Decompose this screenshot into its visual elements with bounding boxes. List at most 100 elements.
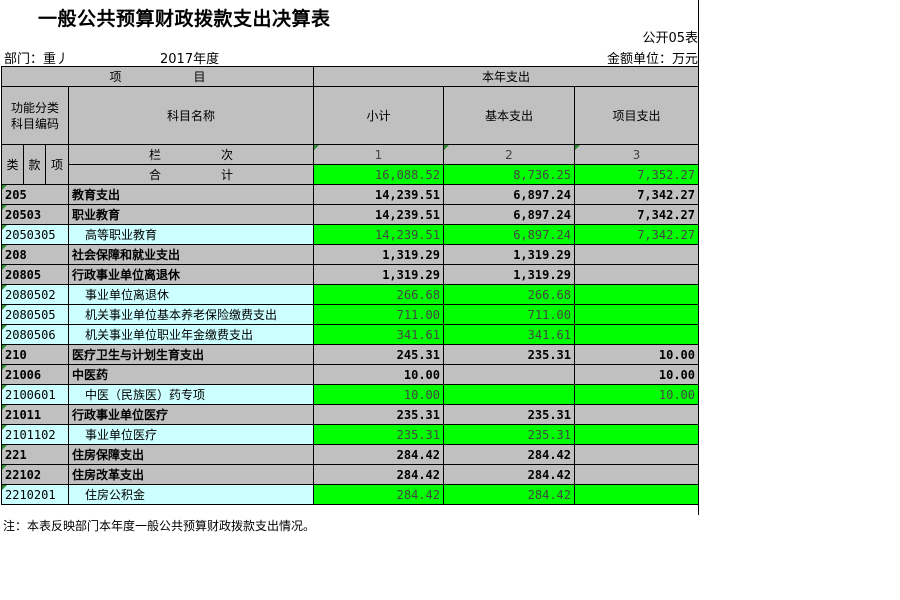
project-value	[574, 324, 699, 345]
table-row: 2210201 住房公积金 284.42 284.42	[1, 484, 699, 505]
header-current-year: 本年支出	[313, 66, 699, 87]
subject-code: 208	[1, 244, 69, 265]
column-number-3: 3	[574, 144, 699, 165]
subject-name: 医疗卫生与计划生育支出	[68, 344, 314, 365]
header-subject-name: 科目名称	[68, 86, 314, 145]
subtotal-value: 1,319.29	[313, 264, 444, 285]
table-row: 2100601 中医（民族医）药专项 10.00 10.00	[1, 384, 699, 405]
total-basic: 8,736.25	[443, 164, 575, 185]
project-value	[574, 484, 699, 505]
subtotal-value: 10.00	[313, 364, 444, 385]
table-row: 2101102 事业单位医疗 235.31 235.31	[1, 424, 699, 445]
basic-value	[443, 384, 575, 405]
header-item: 项 目	[1, 66, 314, 87]
table-row: 210 医疗卫生与计划生育支出 245.31 235.31 10.00	[1, 344, 699, 365]
subject-code: 210	[1, 344, 69, 365]
subtotal-value: 341.61	[313, 324, 444, 345]
column-number-2: 2	[443, 144, 575, 165]
subject-name: 住房公积金	[68, 484, 314, 505]
subject-code: 2050305	[1, 224, 69, 245]
header-func-code: 功能分类 科目编码	[1, 86, 69, 145]
header-row-3: 类 款 项 栏 次 1 2 3	[1, 144, 699, 185]
header-column-no: 栏 次	[68, 144, 314, 165]
table-row: 2080505 机关事业单位基本养老保险缴费支出 711.00 711.00	[1, 304, 699, 325]
basic-value: 235.31	[443, 404, 575, 425]
subject-code: 2100601	[1, 384, 69, 405]
header-row-1: 项 目 本年支出	[1, 66, 699, 87]
project-value	[574, 284, 699, 305]
subject-code: 20805	[1, 264, 69, 285]
header-xiang: 项	[45, 144, 69, 185]
total-label: 合 计	[68, 164, 314, 185]
table-row: 20805 行政事业单位离退休 1,319.29 1,319.29	[1, 264, 699, 285]
subject-name: 机关事业单位基本养老保险缴费支出	[68, 304, 314, 325]
subject-name: 事业单位医疗	[68, 424, 314, 445]
basic-value: 284.42	[443, 484, 575, 505]
basic-value: 235.31	[443, 344, 575, 365]
basic-value: 1,319.29	[443, 264, 575, 285]
subject-name: 职业教育	[68, 204, 314, 225]
total-row: 合 计 16,088.52 8,736.25 7,352.27	[2, 164, 699, 185]
header-basic: 基本支出	[443, 86, 575, 145]
basic-value: 235.31	[443, 424, 575, 445]
subject-name: 机关事业单位职业年金缴费支出	[68, 324, 314, 345]
form-number: 公开05表	[642, 31, 698, 46]
subject-name: 中医药	[68, 364, 314, 385]
project-value	[574, 304, 699, 325]
project-value	[574, 404, 699, 425]
subject-code: 2080505	[1, 304, 69, 325]
subject-name: 社会保障和就业支出	[68, 244, 314, 265]
column-number-1: 1	[313, 144, 444, 165]
subtotal-value: 711.00	[313, 304, 444, 325]
project-value	[574, 244, 699, 265]
report-title: 一般公共预算财政拨款支出决算表	[38, 8, 331, 30]
basic-value: 341.61	[443, 324, 575, 345]
subject-name: 行政事业单位离退休	[68, 264, 314, 285]
subject-name: 高等职业教育	[68, 224, 314, 245]
total-project: 7,352.27	[574, 164, 699, 185]
project-value	[574, 264, 699, 285]
fiscal-year: 2017年度	[160, 52, 220, 67]
subject-code: 22102	[1, 464, 69, 485]
table-row: 2050305 高等职业教育 14,239.51 6,897.24 7,342.27	[1, 224, 699, 245]
basic-value: 284.42	[443, 464, 575, 485]
subject-name: 中医（民族医）药专项	[68, 384, 314, 405]
subject-name: 行政事业单位医疗	[68, 404, 314, 425]
subtotal-value: 266.68	[313, 284, 444, 305]
project-value: 10.00	[574, 344, 699, 365]
subject-code: 2101102	[1, 424, 69, 445]
subject-code: 21011	[1, 404, 69, 425]
subject-code: 21006	[1, 364, 69, 385]
table-row: 205 教育支出 14,239.51 6,897.24 7,342.27	[1, 184, 699, 205]
subtotal-value: 14,239.51	[313, 184, 444, 205]
total-subtotal: 16,088.52	[313, 164, 444, 185]
subject-code: 205	[1, 184, 69, 205]
subject-name: 事业单位离退休	[68, 284, 314, 305]
table-row: 208 社会保障和就业支出 1,319.29 1,319.29	[1, 244, 699, 265]
subtotal-value: 10.00	[313, 384, 444, 405]
expenditure-table: 项 目 本年支出 功能分类 科目编码 科目名称 小计 基本支出 项目支出 类 款…	[1, 66, 699, 505]
project-value: 10.00	[574, 384, 699, 405]
table-row: 20503 职业教育 14,239.51 6,897.24 7,342.27	[1, 204, 699, 225]
department-label: 部门：重丿	[4, 52, 70, 67]
project-value	[574, 444, 699, 465]
subject-name: 教育支出	[68, 184, 314, 205]
basic-value: 711.00	[443, 304, 575, 325]
basic-value: 6,897.24	[443, 224, 575, 245]
subtotal-value: 235.31	[313, 424, 444, 445]
basic-value	[443, 364, 575, 385]
header-lei: 类	[1, 144, 24, 185]
subject-code: 2080506	[1, 324, 69, 345]
subtotal-value: 245.31	[313, 344, 444, 365]
basic-value: 6,897.24	[443, 204, 575, 225]
subject-code: 20503	[1, 204, 69, 225]
table-row: 21011 行政事业单位医疗 235.31 235.31	[1, 404, 699, 425]
subject-code: 221	[1, 444, 69, 465]
table-row: 22102 住房改革支出 284.42 284.42	[1, 464, 699, 485]
header-row-2: 功能分类 科目编码 科目名称 小计 基本支出 项目支出	[1, 86, 699, 145]
table-row: 221 住房保障支出 284.42 284.42	[1, 444, 699, 465]
footnote: 注：本表反映部门本年度一般公共预算财政拨款支出情况。	[3, 519, 316, 533]
project-value: 7,342.27	[574, 184, 699, 205]
project-value	[574, 464, 699, 485]
basic-value: 6,897.24	[443, 184, 575, 205]
